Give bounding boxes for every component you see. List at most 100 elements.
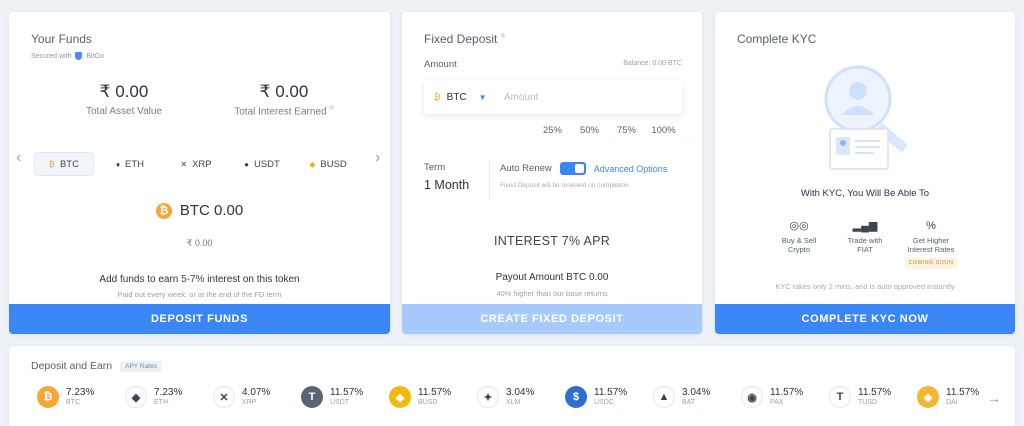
rate-item-xlm[interactable]: ✦ 3.04% XLM xyxy=(477,386,565,408)
rate-item-busd[interactable]: ◆ 11.57% BUSD xyxy=(389,386,477,408)
coin-select-value: BTC xyxy=(446,91,467,103)
next-coin-arrow[interactable]: › xyxy=(375,149,380,167)
rate-symbol: BTC xyxy=(66,398,80,406)
payout-subtext: 40% higher than our base returns xyxy=(496,289,608,298)
usdt-icon: ● xyxy=(244,159,249,169)
rate-text: 7.23% BTC xyxy=(66,388,94,406)
coin-tab-eth[interactable]: ♦ ETH xyxy=(100,152,160,176)
rate-list: ₿ 7.23% BTC ◆ 7.23% ETH ✕ 4.07% XRP T 11.57% USDT ◆ 1… xyxy=(37,386,1005,408)
rate-text: 11.57% USDC xyxy=(594,388,627,406)
complete-kyc-button[interactable]: COMPLETE KYC NOW xyxy=(715,304,1015,334)
amount-input[interactable] xyxy=(504,91,654,103)
trade-icon: ▂▄▆ xyxy=(852,220,878,232)
earn-subtext: Paid out every week, or at the end of th… xyxy=(117,290,282,299)
bitgo-shield-icon xyxy=(75,52,83,60)
xrp-icon: ✕ xyxy=(180,159,188,169)
rate-text: 4.07% XRP xyxy=(242,388,270,406)
next-arrow-icon[interactable]: → xyxy=(987,390,1001,406)
xlm-coin-icon: ✦ xyxy=(477,386,499,408)
secured-label: Secured with xyxy=(31,52,72,60)
rate-symbol: USDT xyxy=(330,398,350,406)
rate-item-bat[interactable]: ▲ 3.04% BAT xyxy=(653,386,741,408)
coin-tab-btc[interactable]: ₿ BTC xyxy=(34,152,94,176)
eth-icon: ♦ xyxy=(115,159,121,169)
chevron-down-icon: ▼ xyxy=(478,92,487,102)
percent-75-button[interactable]: 75% xyxy=(608,120,645,140)
rate-value: 11.57% xyxy=(330,387,364,399)
selected-coin-inr: ₹ 0.00 xyxy=(186,238,213,248)
rate-text: 11.57% USDT xyxy=(330,388,363,406)
feature-label: FIAT xyxy=(857,245,873,255)
rate-value: 7.23% xyxy=(66,387,95,399)
rate-value: 11.57% xyxy=(770,387,804,399)
advanced-options-link[interactable]: Advanced Options xyxy=(594,164,668,174)
rate-item-eth[interactable]: ◆ 7.23% ETH xyxy=(125,386,213,408)
rate-item-usdt[interactable]: T 11.57% USDT xyxy=(301,386,389,408)
coin-tab-busd[interactable]: ◆ BUSD xyxy=(298,152,358,176)
total-asset-stat: ₹ 0.00 Total Asset Value xyxy=(49,82,199,117)
rate-symbol: ETH xyxy=(154,398,168,406)
fd-info-icon[interactable]: ® xyxy=(501,34,505,40)
rate-item-xrp[interactable]: ✕ 4.07% XRP xyxy=(213,386,301,408)
rate-item-pax[interactable]: ◉ 11.57% PAX xyxy=(741,386,829,408)
coin-tab-label: ETH xyxy=(125,158,145,170)
term-value[interactable]: 1 Month xyxy=(424,178,469,192)
total-asset-label: Total Asset Value xyxy=(86,106,162,117)
funds-title: Your Funds xyxy=(31,32,92,46)
rate-text: 11.57% DAI xyxy=(946,388,979,406)
percent-100-button[interactable]: 100% xyxy=(645,120,682,140)
earn-rate: 5-7% xyxy=(181,274,205,285)
interest-rate: INTEREST 7% APR xyxy=(493,234,611,248)
btc-coin-icon: ₿ xyxy=(37,386,59,408)
rate-item-usdc[interactable]: $11.57% USDC xyxy=(565,386,653,408)
kyc-heading: With KYC, You Will Be Able To xyxy=(800,188,930,199)
btc-icon: ₿ xyxy=(49,159,55,169)
coin-tab-label: XRP xyxy=(192,158,212,170)
interest-info-icon[interactable]: ® xyxy=(329,106,333,112)
percent-25-button[interactable]: 25% xyxy=(534,120,571,140)
coin-select[interactable]: ₿ BTC ▼ xyxy=(424,92,504,103)
total-interest-stat: ₹ 0.00 Total Interest Earned ® xyxy=(209,82,359,117)
coin-tab-label: USDT xyxy=(253,158,280,170)
feature-label: Buy & Sell xyxy=(781,236,817,245)
feature-trade-fiat: ▂▄▆ Trade with FIAT xyxy=(836,220,894,269)
auto-renew-toggle[interactable] xyxy=(559,162,586,175)
total-interest-label-wrap: Total Interest Earned ® xyxy=(209,106,359,117)
term-label: Term xyxy=(424,162,446,173)
total-interest-label: Total Interest Earned xyxy=(234,106,327,118)
percent-icon: % xyxy=(926,220,936,232)
apy-rates-pill: APY Rates xyxy=(120,360,162,372)
rate-item-tusd[interactable]: T 11.57% TUSD xyxy=(829,386,917,408)
balance-text: Balance: 0.00 BTC xyxy=(623,60,682,67)
rate-symbol: USDC xyxy=(594,398,614,406)
rate-text: 3.04% BAT xyxy=(682,388,710,406)
rate-value: 3.04% xyxy=(506,387,535,399)
rate-symbol: PAX xyxy=(770,398,784,406)
busd-coin-icon: ◆ xyxy=(389,386,411,408)
coin-tab-usdt[interactable]: ● USDT xyxy=(232,152,292,176)
secured-with: Secured with BitGo xyxy=(31,52,104,60)
feature-higher-interest: % Get Higher Interest Rates COMING SOON xyxy=(902,220,960,269)
prev-coin-arrow[interactable]: ‹ xyxy=(16,149,21,167)
rate-symbol: TUSD xyxy=(858,398,878,406)
divider xyxy=(489,160,490,198)
earn-line: Add funds to earn 5-7% interest on this … xyxy=(9,274,390,285)
kyc-features: ◎◎ Buy & Sell Crypto ▂▄▆ Trade with FIAT… xyxy=(770,220,960,269)
rate-text: 11.57% BUSD xyxy=(418,388,451,406)
create-fixed-deposit-button[interactable]: CREATE FIXED DEPOSIT xyxy=(402,304,702,334)
feature-buy-sell: ◎◎ Buy & Sell Crypto xyxy=(770,220,828,269)
feature-label: Trade with xyxy=(847,236,883,245)
coin-tab-label: BTC xyxy=(59,158,79,170)
coming-soon-badge: COMING SOON xyxy=(904,257,958,269)
deposit-earn-title: Deposit and Earn xyxy=(31,360,113,372)
coin-tab-xrp[interactable]: ✕ XRP xyxy=(166,152,226,176)
percent-50-button[interactable]: 50% xyxy=(571,120,608,140)
rate-item-btc[interactable]: ₿ 7.23% BTC xyxy=(37,386,125,408)
rate-value: 11.57% xyxy=(418,387,452,399)
bat-coin-icon: ▲ xyxy=(653,386,675,408)
btc-icon: ₿ xyxy=(155,202,172,219)
deposit-funds-button[interactable]: DEPOSIT FUNDS xyxy=(9,304,390,334)
complete-kyc-card: Complete KYC With KYC, You Will Be Able … xyxy=(715,12,1015,334)
usdt-coin-icon: T xyxy=(301,386,323,408)
amount-box: ₿ BTC ▼ xyxy=(424,80,682,114)
